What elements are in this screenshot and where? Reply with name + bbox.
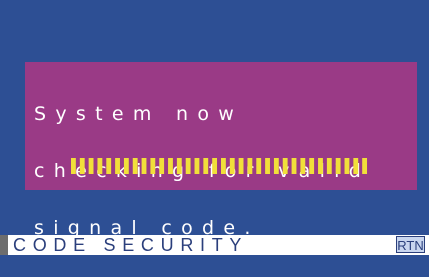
progress-segment xyxy=(273,158,279,174)
progress-segment xyxy=(115,158,120,174)
progress-segment xyxy=(71,158,76,174)
progress-segment xyxy=(132,158,138,174)
progress-bar-graphic xyxy=(71,158,368,174)
tv-menu-screen: System now checking for valid signal cod… xyxy=(0,0,429,255)
progress-segment xyxy=(212,158,218,174)
progress-segment xyxy=(194,158,200,174)
progress-segment xyxy=(344,158,350,174)
progress-segment xyxy=(185,158,191,174)
progress-segment xyxy=(318,158,323,174)
progress-segment xyxy=(282,158,288,174)
footer-bar: CODE SECURITY RTN xyxy=(0,235,429,255)
progress-segment xyxy=(309,158,315,174)
progress-segment xyxy=(238,158,244,174)
progress-segment xyxy=(141,158,147,174)
progress-segment xyxy=(300,158,306,174)
footer-accent xyxy=(0,235,8,255)
progress-segment xyxy=(168,158,173,174)
progress-segment xyxy=(88,158,94,174)
menu-title: CODE SECURITY xyxy=(13,235,249,255)
progress-segment xyxy=(335,158,341,174)
progress-segment xyxy=(229,158,235,174)
progress-segment xyxy=(256,158,262,174)
progress-segment xyxy=(203,158,209,174)
progress-segment xyxy=(353,158,359,174)
progress-bar xyxy=(71,158,371,174)
progress-segment xyxy=(326,158,332,174)
progress-segment xyxy=(106,158,112,174)
status-message-line: System now xyxy=(34,103,244,125)
progress-segment xyxy=(362,158,368,174)
progress-segment xyxy=(123,158,129,174)
return-button[interactable]: RTN xyxy=(396,236,425,253)
message-panel: System now checking for valid signal cod… xyxy=(25,62,417,238)
progress-segment xyxy=(265,158,270,174)
progress-segment xyxy=(150,158,156,174)
progress-segment xyxy=(159,158,165,174)
progress-segment xyxy=(221,158,226,174)
progress-segment xyxy=(97,158,103,174)
progress-segment xyxy=(291,158,297,174)
progress-segment xyxy=(176,158,182,174)
progress-segment xyxy=(247,158,253,174)
progress-segment xyxy=(79,158,85,174)
